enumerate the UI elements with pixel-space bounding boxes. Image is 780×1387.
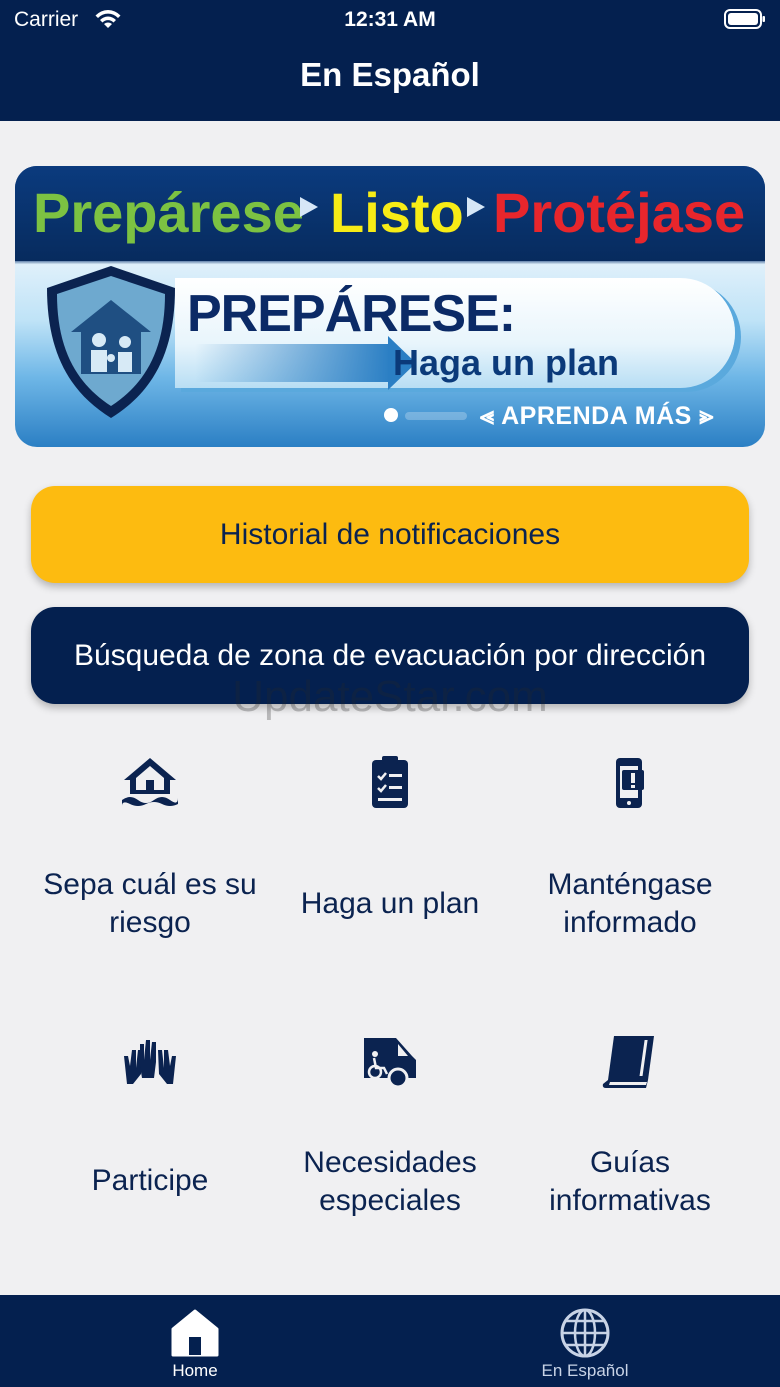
book-icon [602,1036,654,1088]
carousel-page-indicator[interactable] [384,408,398,422]
phone-alert-icon [616,758,644,808]
page-title: En Español [300,56,480,93]
battery-icon [724,9,765,29]
notification-history-button[interactable]: Historial de notificaciones [31,486,749,583]
tile-info-guides[interactable]: Guías informativas [510,1030,750,1280]
tile-label: Participe [91,1164,209,1197]
flood-house-icon [122,758,178,806]
banner-arrow-icon [300,197,318,217]
bottom-tab-bar: Home En Español [0,1295,780,1387]
status-time: 12:31 AM [344,8,436,31]
banner-arrow-icon [467,197,485,217]
learn-more-chevron-icon: ⪢ [691,402,714,430]
status-bar: Carrier 12:31 AM [0,0,780,40]
home-icon [171,1309,219,1357]
tile-label: Haga un plan [300,887,480,920]
carousel-page-track [405,412,467,420]
tile-label: Guías informativas [549,1146,711,1217]
banner-big-arrow-icon [195,336,416,390]
tile-label: Manténgase informado [547,868,713,939]
banner-title: PREPÁRESE: [187,285,516,343]
promo-banner-carousel[interactable]: Prepárese Listo Protéjase PREPÁRESE: Hag… [15,166,765,447]
top-navigation-bar: Carrier 12:31 AM En Español [0,0,780,121]
tab-home-label: Home [172,1361,218,1380]
clipboard-checklist-icon [372,756,408,808]
tile-label: Sepa cuál es su riesgo [43,868,257,939]
tile-special-needs[interactable]: Necesidades especiales [270,1030,510,1280]
banner-headline-word-3: Protéjase [493,181,746,244]
tile-participate[interactable]: Participe [30,1030,270,1280]
tile-make-a-plan[interactable]: Haga un plan [270,752,510,1002]
tile-know-your-risk[interactable]: Sepa cuál es su riesgo [30,752,270,1002]
learn-more-label: APRENDA MÁS [501,402,692,430]
tab-en-espanol-label: En Español [541,1361,629,1380]
tile-stay-informed[interactable]: Manténgase informado [510,752,750,1002]
watermark: UpdateStar.com [232,672,548,721]
banner-headline-word-2: Listo [330,181,464,244]
banner-subtitle: Haga un plan [393,342,620,383]
raised-hands-icon [124,1040,176,1084]
family-shield-icon [47,266,175,418]
tab-home[interactable]: Home [0,1295,390,1387]
tab-en-espanol[interactable]: En Español [390,1295,780,1387]
banner-headline-word-1: Prepárese [33,181,304,244]
learn-more-link[interactable]: ⪡ APRENDA MÁS ⪢ [480,402,714,431]
banner-headline: Prepárese Listo Protéjase [15,166,765,261]
accessible-van-icon [364,1038,416,1089]
globe-icon [560,1308,610,1358]
learn-more-chevron-icon: ⪡ [480,402,502,430]
tile-label: Necesidades especiales [303,1146,477,1217]
